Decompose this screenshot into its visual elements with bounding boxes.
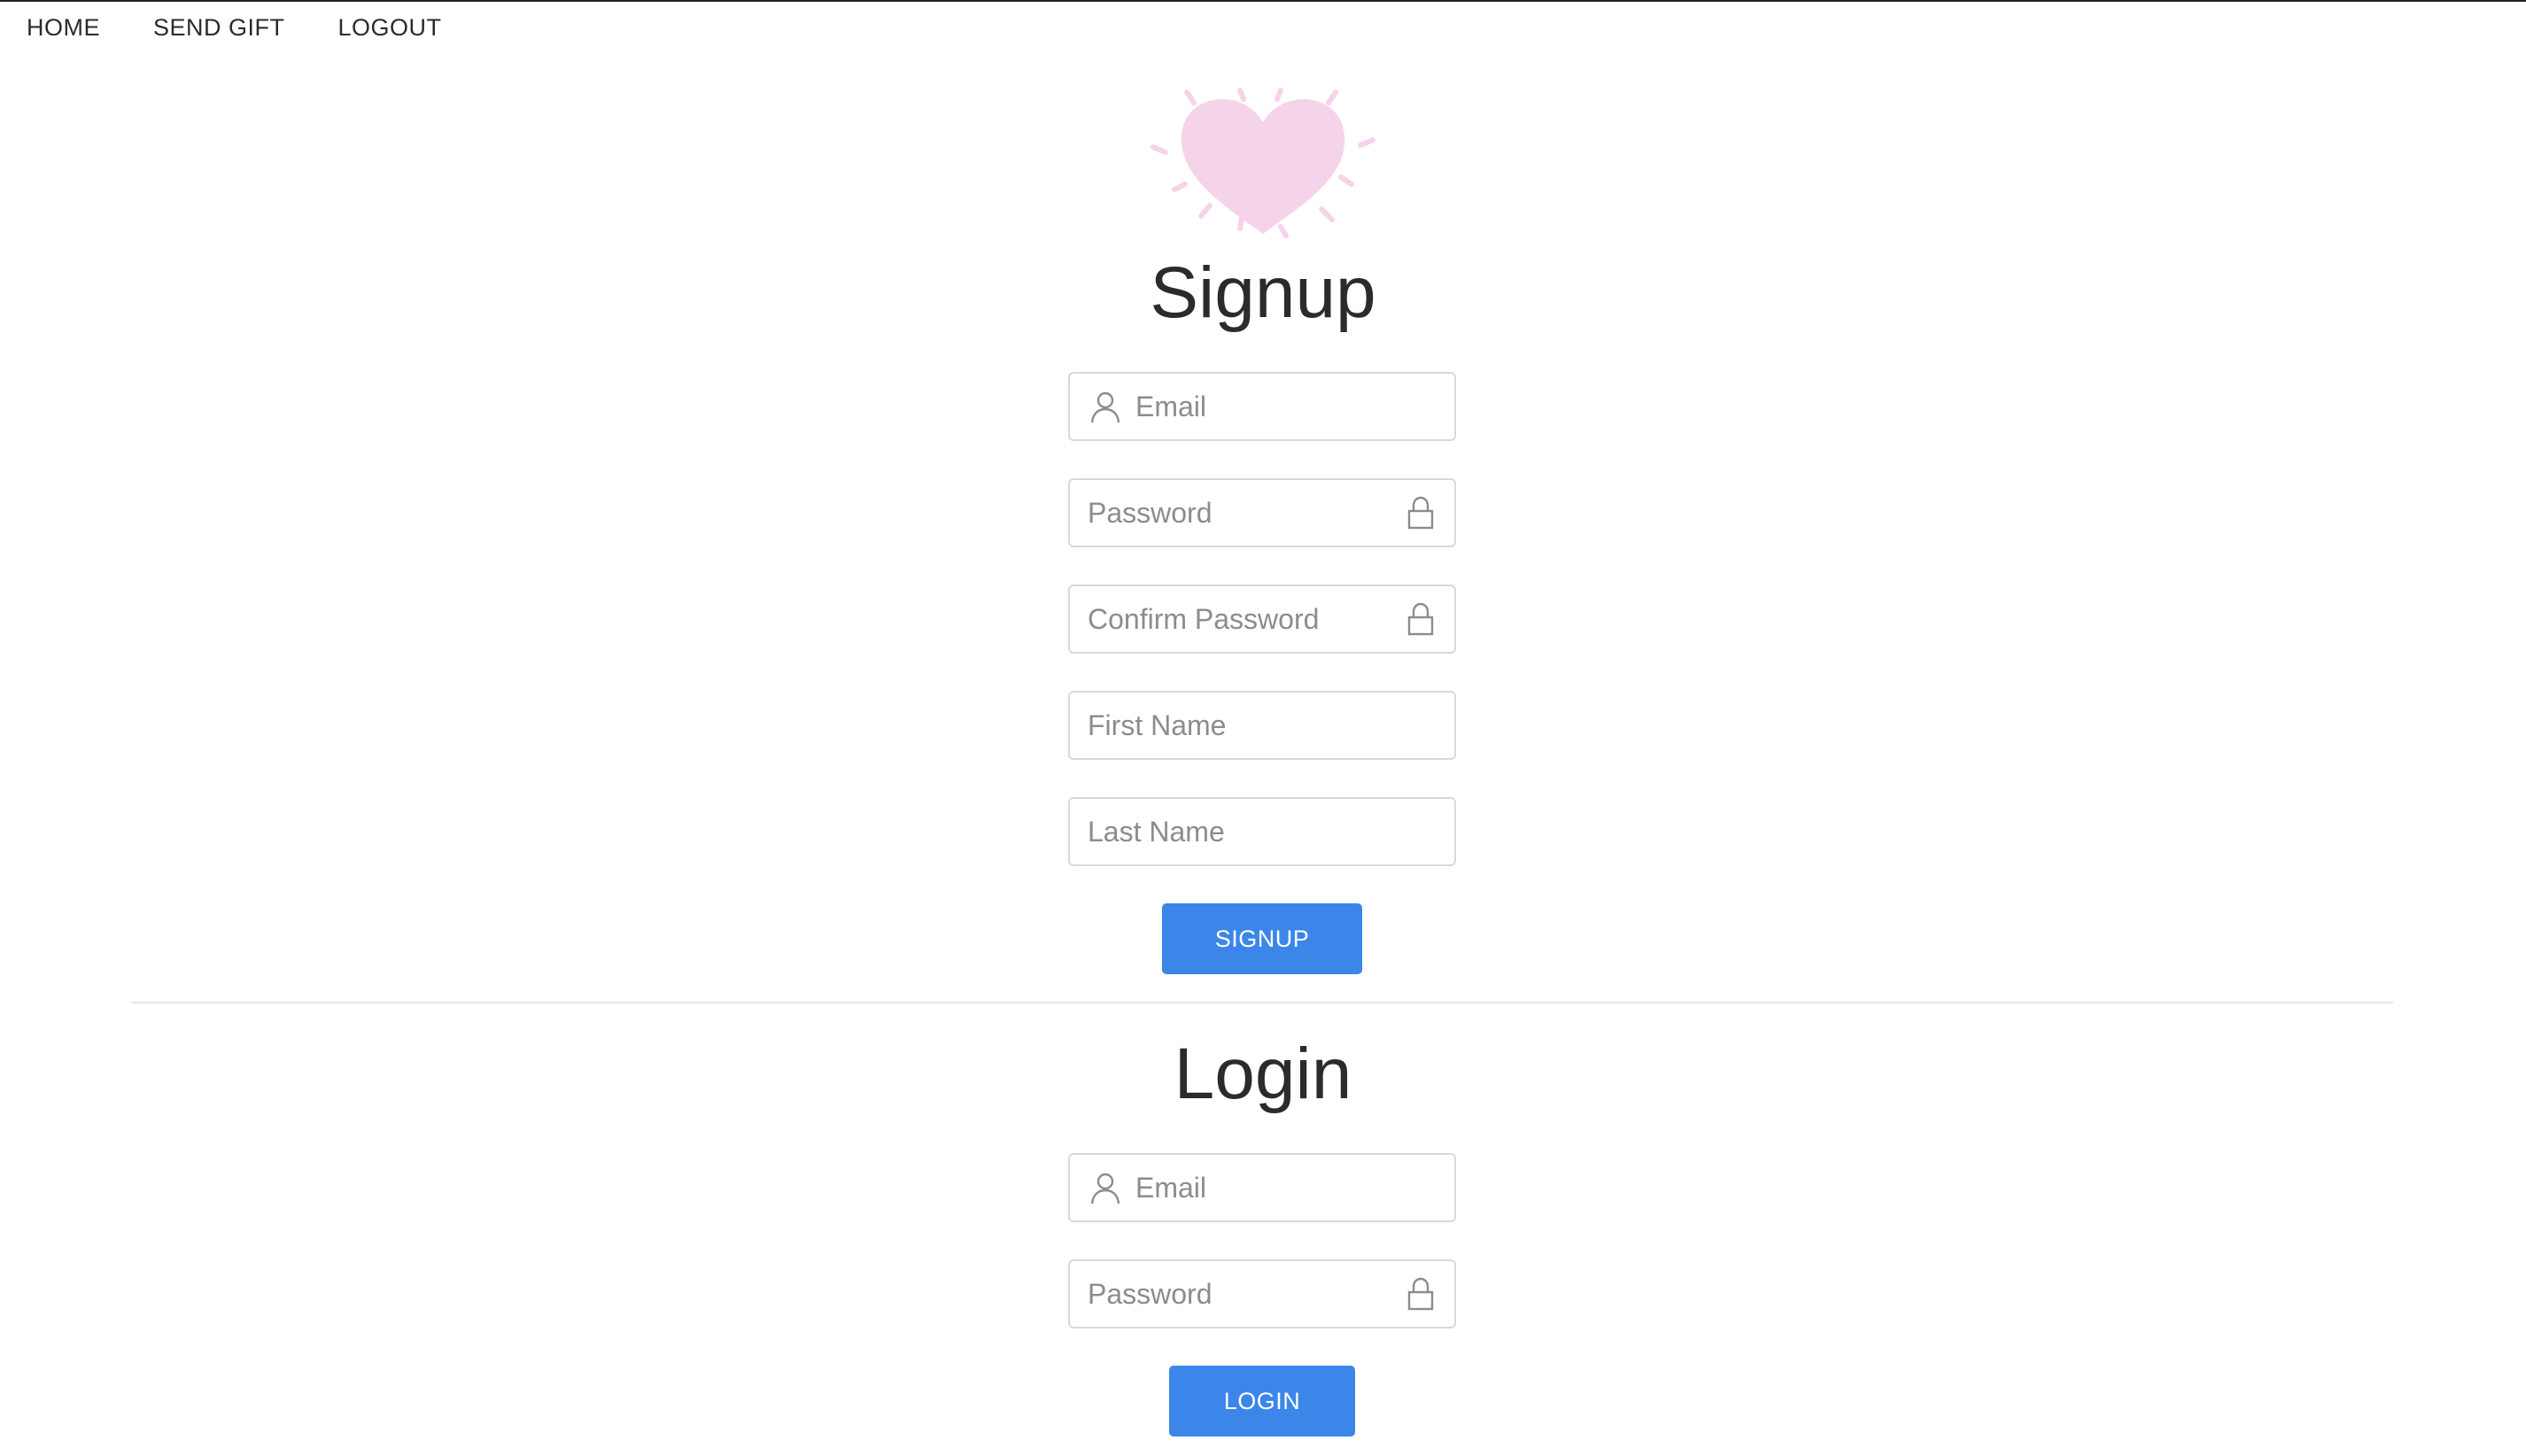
lock-icon	[1407, 602, 1434, 636]
signup-email-input[interactable]	[1123, 374, 1454, 439]
signup-password-input[interactable]	[1070, 480, 1406, 546]
heart-icon	[1151, 88, 1375, 238]
nav-logout-link[interactable]: LOGOUT	[338, 14, 442, 42]
signup-last-name-field	[1068, 797, 1456, 866]
login-email-input[interactable]	[1123, 1155, 1454, 1220]
login-button[interactable]: LOGIN	[1169, 1366, 1355, 1437]
signup-first-name-field	[1068, 691, 1456, 760]
signup-email-field	[1068, 372, 1456, 441]
lock-icon	[1407, 1277, 1434, 1311]
page: HOME SEND GIFT LOGOUT Signup Email First…	[0, 0, 2526, 1456]
signup-title: Signup	[1150, 252, 1376, 333]
lock-icon	[1407, 496, 1434, 530]
signup-first-name-input[interactable]	[1070, 693, 1454, 758]
user-icon	[1090, 391, 1120, 423]
top-nav: HOME SEND GIFT LOGOUT	[27, 14, 495, 42]
signup-confirm-password-input[interactable]	[1070, 586, 1406, 652]
signup-password-field	[1068, 478, 1456, 547]
nav-send-gift-link[interactable]: SEND GIFT	[153, 14, 285, 42]
section-divider	[131, 1002, 2393, 1003]
nav-home-link[interactable]: HOME	[27, 14, 100, 42]
login-title: Login	[1174, 1034, 1352, 1114]
login-password-input[interactable]	[1070, 1261, 1406, 1327]
signup-last-name-input[interactable]	[1070, 799, 1454, 864]
signup-confirm-password-field	[1068, 585, 1456, 654]
login-email-field	[1068, 1153, 1456, 1222]
login-password-field	[1068, 1259, 1456, 1328]
signup-button[interactable]: SIGNUP	[1162, 903, 1362, 974]
user-icon	[1090, 1173, 1120, 1204]
